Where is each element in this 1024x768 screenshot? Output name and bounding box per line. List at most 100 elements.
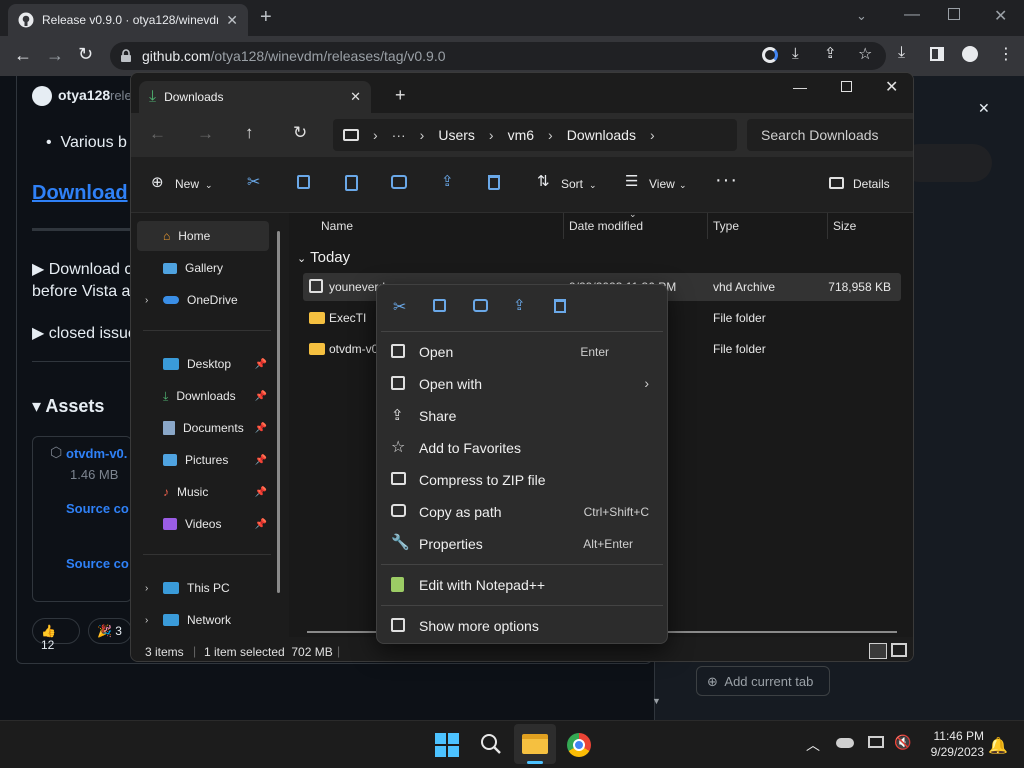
nav-desktop[interactable]: Desktop 📌 — [137, 349, 269, 379]
assets-heading[interactable]: ▾ Assets — [32, 396, 104, 417]
cut-icon[interactable]: ✂ — [393, 297, 406, 317]
nav-gallery[interactable]: Gallery — [137, 253, 269, 283]
reaction-thumbs[interactable]: 👍 12 — [32, 618, 80, 652]
copy-icon[interactable] — [433, 299, 446, 312]
sort-button[interactable]: Sort — [561, 177, 583, 191]
profile-icon[interactable] — [962, 46, 978, 62]
chevron-right-icon[interactable]: › — [145, 295, 148, 306]
column-size[interactable]: Size — [833, 219, 856, 233]
back-icon[interactable]: ← — [149, 124, 166, 144]
windows-start-icon[interactable] — [435, 733, 459, 757]
nav-downloads[interactable]: ⤓ Downloads 📌 — [137, 381, 269, 411]
close-icon[interactable]: ✕ — [978, 100, 990, 117]
more-options-icon[interactable]: ··· — [715, 169, 738, 192]
add-current-tab-button[interactable]: ⊕ Add current tab — [696, 666, 830, 696]
column-date[interactable]: Date modified — [569, 219, 643, 233]
address-bar[interactable]: › ··· › Users › vm6 › Downloads › — [333, 119, 737, 151]
close-icon[interactable]: ✕ — [350, 89, 361, 105]
explorer-close-button[interactable]: ✕ — [885, 77, 898, 97]
forward-icon[interactable]: → — [197, 124, 214, 144]
tab-search-icon[interactable]: ⌄ — [856, 8, 867, 24]
search-icon[interactable] — [480, 733, 502, 755]
clock-date[interactable]: 9/29/2023 — [920, 745, 984, 759]
close-icon[interactable]: ✕ — [226, 12, 238, 29]
pin-icon[interactable]: 📌 — [255, 519, 267, 530]
refresh-icon[interactable]: ↻ — [293, 123, 307, 143]
nav-scrollbar[interactable] — [277, 231, 280, 593]
menu-item-open-with[interactable]: Open with › — [381, 368, 663, 400]
tiles-view-icon[interactable] — [891, 643, 907, 657]
new-tab-button[interactable]: + — [395, 85, 406, 106]
expander-download[interactable]: ▶ Download c — [32, 259, 132, 279]
nav-pictures[interactable]: Pictures 📌 — [137, 445, 269, 475]
nav-home[interactable]: ⌂ Home — [137, 221, 269, 251]
pin-icon[interactable]: 📌 — [255, 423, 267, 434]
column-name[interactable]: Name — [321, 219, 353, 233]
clock-time[interactable]: 11:46 PM — [928, 729, 984, 743]
google-icon[interactable] — [762, 47, 778, 63]
breadcrumb-downloads[interactable]: Downloads — [567, 127, 636, 143]
up-icon[interactable]: ↑ — [245, 123, 254, 143]
window-restore-button[interactable] — [948, 8, 960, 20]
pin-icon[interactable]: 📌 — [255, 391, 267, 402]
browser-tab[interactable]: Release v0.9.0 · otya128/winevdm ✕ — [8, 4, 248, 36]
new-button[interactable]: New — [175, 177, 199, 191]
nav-network[interactable]: › Network — [137, 605, 269, 635]
pin-icon[interactable]: 📌 — [255, 487, 267, 498]
pin-icon[interactable]: 📌 — [255, 359, 267, 370]
explorer-tab[interactable]: ⤓ Downloads ✕ — [139, 81, 371, 113]
download-icon[interactable]: ⤓ — [898, 44, 905, 62]
view-button[interactable]: View — [649, 177, 675, 191]
share-icon[interactable]: ⇪ — [441, 172, 454, 190]
nav-videos[interactable]: Videos 📌 — [137, 509, 269, 539]
column-type[interactable]: Type — [713, 219, 739, 233]
asset-link[interactable]: Source co — [66, 501, 129, 516]
rename-icon[interactable] — [473, 299, 488, 312]
file-explorer-icon[interactable] — [522, 734, 548, 754]
explorer-minimize-button[interactable]: — — [793, 79, 807, 95]
nav-documents[interactable]: Documents 📌 — [137, 413, 269, 443]
menu-item-notepadpp[interactable]: Edit with Notepad++ — [381, 569, 663, 601]
new-tab-button[interactable]: + — [260, 6, 272, 29]
breadcrumb-vm6[interactable]: vm6 — [508, 127, 534, 143]
page-scrollbar[interactable]: ▼ — [652, 696, 661, 706]
share-icon[interactable]: ⇪ — [824, 44, 837, 62]
copy-icon[interactable] — [297, 175, 310, 189]
rename-icon[interactable] — [391, 175, 407, 189]
bookmark-star-icon[interactable]: ☆ — [858, 44, 872, 64]
delete-icon[interactable] — [554, 299, 566, 313]
menu-item-share[interactable]: ⇪ Share — [381, 400, 663, 432]
nav-onedrive[interactable]: › OneDrive — [137, 285, 269, 315]
expander-closed-issues[interactable]: ▶ closed issue — [32, 323, 137, 343]
menu-item-compress-zip[interactable]: Compress to ZIP file — [381, 464, 663, 496]
chevron-right-icon[interactable]: › — [145, 583, 148, 594]
notification-bell-icon[interactable]: 🔔 — [988, 736, 1008, 756]
onedrive-tray-icon[interactable] — [836, 738, 854, 748]
nav-music[interactable]: ♪ Music 📌 — [137, 477, 269, 507]
chrome-icon[interactable] — [567, 733, 591, 757]
display-icon[interactable] — [868, 736, 884, 748]
menu-item-show-more[interactable]: Show more options — [381, 610, 663, 642]
nav-this-pc[interactable]: › This PC — [137, 573, 269, 603]
cut-icon[interactable]: ✂ — [247, 172, 260, 192]
forward-icon[interactable]: → — [46, 45, 64, 66]
chevron-right-icon[interactable]: › — [145, 615, 148, 626]
window-minimize-button[interactable]: — — [904, 6, 920, 24]
menu-item-copy-path[interactable]: Copy as path Ctrl+Shift+C — [381, 496, 663, 528]
release-author[interactable]: otya128 — [58, 87, 110, 103]
side-panel-icon[interactable] — [930, 47, 944, 61]
back-icon[interactable]: ← — [14, 45, 32, 66]
install-icon[interactable]: ⤓ — [792, 45, 799, 62]
menu-item-properties[interactable]: 🔧 Properties Alt+Enter — [381, 528, 663, 560]
chevron-up-icon[interactable]: ︿ — [806, 735, 820, 755]
details-button[interactable]: Details — [853, 177, 890, 191]
share-icon[interactable]: ⇪ — [513, 296, 526, 314]
menu-item-open[interactable]: Open Enter — [381, 336, 663, 368]
reload-icon[interactable]: ↻ — [78, 44, 93, 65]
asset-link[interactable]: Source co — [66, 556, 129, 571]
group-header-today[interactable]: ⌄ Today — [297, 249, 350, 266]
menu-item-add-favorites[interactable]: ☆ Add to Favorites — [381, 432, 663, 464]
download-link[interactable]: Download — [32, 182, 128, 205]
paste-icon[interactable] — [345, 175, 358, 191]
asset-link[interactable]: otvdm-v0. — [66, 446, 127, 461]
